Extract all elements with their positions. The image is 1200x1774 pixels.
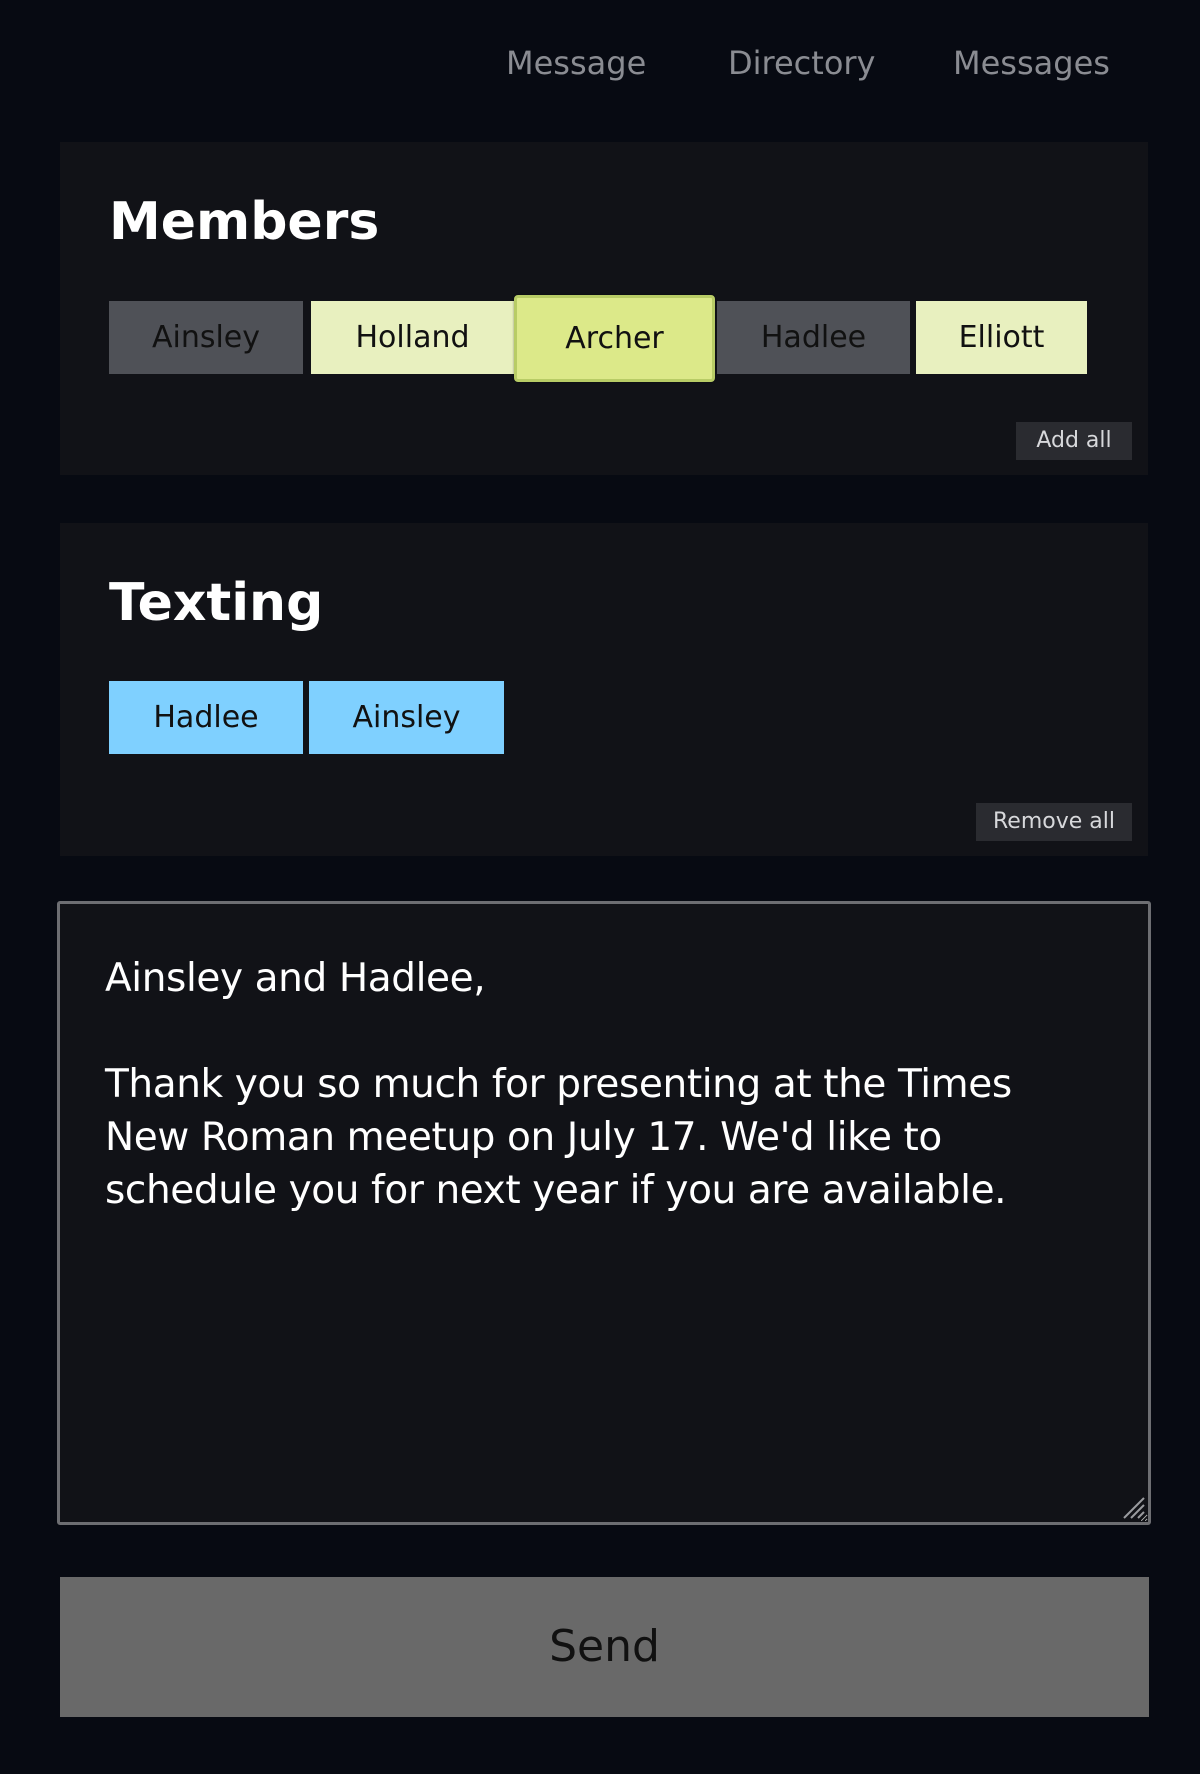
send-button[interactable]: Send (60, 1577, 1149, 1717)
nav-link-messages[interactable]: Messages (953, 44, 1110, 82)
member-chip-archer[interactable]: Archer (514, 295, 715, 382)
resize-handle-icon[interactable] (1119, 1493, 1145, 1519)
nav-link-message[interactable]: Message (506, 44, 646, 82)
add-all-button[interactable]: Add all (1016, 422, 1132, 460)
texting-chip-ainsley[interactable]: Ainsley (309, 681, 504, 754)
members-panel: Members Ainsley Holland Archer Hadlee El… (60, 142, 1148, 475)
nav-link-directory[interactable]: Directory (728, 44, 875, 82)
texting-title: Texting (109, 573, 324, 633)
members-title: Members (109, 192, 380, 252)
member-chip-ainsley[interactable]: Ainsley (109, 301, 303, 374)
texting-chip-hadlee[interactable]: Hadlee (109, 681, 303, 754)
member-chip-elliott[interactable]: Elliott (916, 301, 1087, 374)
message-body-text: Ainsley and Hadlee, Thank you so much fo… (105, 956, 1012, 1213)
member-chip-holland[interactable]: Holland (311, 301, 514, 374)
remove-all-button[interactable]: Remove all (976, 803, 1132, 841)
message-textarea[interactable]: Ainsley and Hadlee, Thank you so much fo… (57, 901, 1151, 1525)
top-navigation: Message Directory Messages (0, 38, 1200, 88)
texting-panel: Texting Hadlee Ainsley Remove all (60, 523, 1148, 856)
member-chip-hadlee[interactable]: Hadlee (717, 301, 910, 374)
